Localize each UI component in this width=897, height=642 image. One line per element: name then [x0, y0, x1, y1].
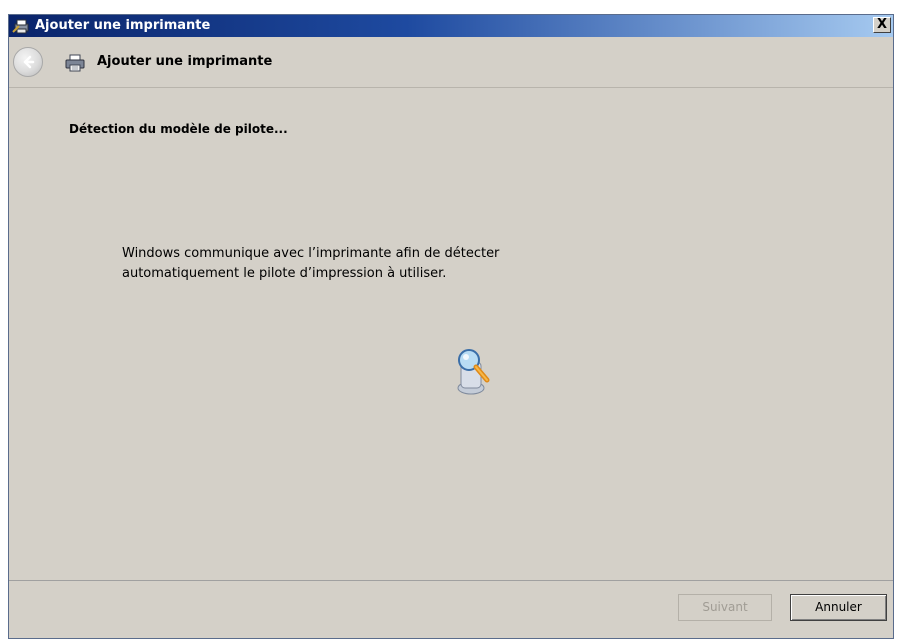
back-button[interactable]	[13, 47, 43, 77]
close-button[interactable]: X	[873, 17, 891, 33]
add-printer-window: Ajouter une imprimante X Ajouter une imp…	[8, 14, 894, 639]
title-bar[interactable]: Ajouter une imprimante X	[9, 15, 893, 37]
back-arrow-icon	[23, 55, 35, 69]
status-message: Windows communique avec l’imprimante afi…	[122, 244, 642, 284]
magnifier-detect-icon	[455, 348, 493, 396]
navigation-bar: Ajouter une imprimante	[9, 37, 893, 88]
status-message-line-2: automatiquement le pilote d’impression à…	[122, 266, 447, 281]
cancel-button[interactable]: Annuler	[790, 594, 887, 621]
page-heading: Détection du modèle de pilote...	[69, 122, 288, 136]
wizard-content: Détection du modèle de pilote... Windows…	[9, 88, 893, 581]
wizard-title: Ajouter une imprimante	[97, 54, 273, 69]
printer-wizard-icon	[12, 18, 32, 34]
window-title: Ajouter une imprimante	[35, 18, 211, 33]
status-message-line-1: Windows communique avec l’imprimante afi…	[122, 246, 500, 261]
next-button[interactable]: Suivant	[678, 594, 772, 621]
button-bar: Suivant Annuler	[9, 581, 893, 638]
printer-icon	[64, 54, 86, 72]
